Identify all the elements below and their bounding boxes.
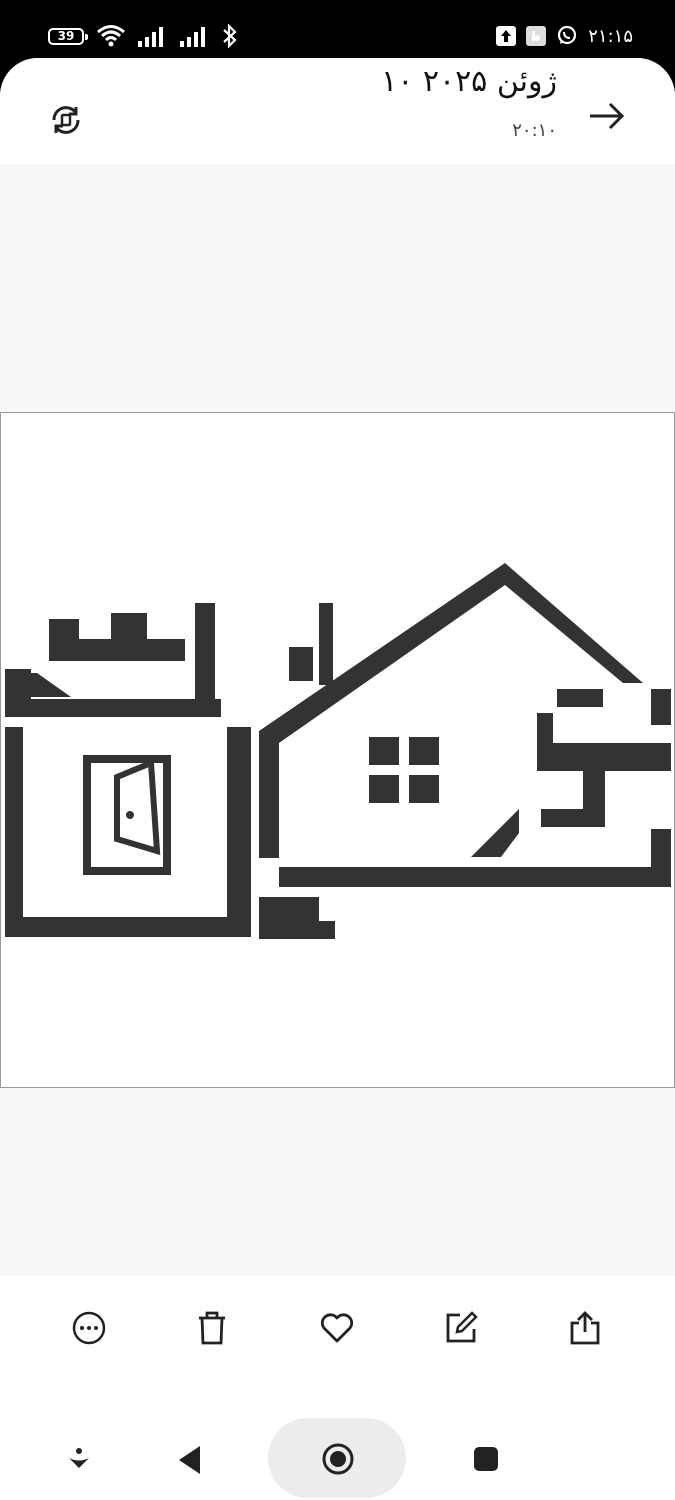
window-pane bbox=[369, 737, 399, 765]
bluetooth-icon bbox=[223, 24, 237, 48]
photo-time: ۲۰:۱۰ bbox=[512, 120, 557, 141]
heart-icon[interactable] bbox=[319, 1310, 355, 1346]
image-viewer[interactable] bbox=[0, 164, 675, 1276]
keyboard-hide-icon[interactable] bbox=[66, 1446, 92, 1474]
photo[interactable] bbox=[0, 412, 675, 1088]
whatsapp-icon bbox=[558, 25, 577, 45]
battery-level: 39 bbox=[57, 28, 75, 43]
status-left: 39 bbox=[48, 22, 238, 50]
door-knob bbox=[126, 811, 134, 819]
trash-icon[interactable] bbox=[194, 1310, 230, 1346]
photo-toolbar bbox=[0, 1276, 675, 1386]
status-time: ۲۱:۱۵ bbox=[588, 25, 633, 47]
more-icon[interactable] bbox=[71, 1310, 107, 1346]
back-triangle-icon[interactable] bbox=[176, 1444, 204, 1476]
system-navigation-bar bbox=[0, 1386, 675, 1500]
home-circle-icon bbox=[322, 1443, 354, 1475]
status-right: ۲۱:۱۵ bbox=[496, 22, 633, 50]
app-notification-icon bbox=[526, 26, 547, 46]
edit-icon[interactable] bbox=[443, 1310, 479, 1346]
home-button[interactable] bbox=[268, 1418, 406, 1498]
arrow-right-icon[interactable] bbox=[587, 98, 627, 134]
recents-square-icon[interactable] bbox=[473, 1446, 499, 1472]
signal-icon-2 bbox=[180, 27, 205, 47]
photo-viewer-sheet: ۱۰ ژوئن ۲۰۲۵ ۲۰:۱۰ bbox=[0, 58, 675, 1500]
photo-date: ۱۰ ژوئن ۲۰۲۵ bbox=[381, 64, 557, 99]
viewer-header: ۱۰ ژوئن ۲۰۲۵ ۲۰:۱۰ bbox=[0, 58, 675, 164]
logo-image bbox=[5, 563, 671, 939]
upload-notification-icon bbox=[496, 26, 517, 46]
signal-icon bbox=[138, 27, 163, 47]
share-icon[interactable] bbox=[567, 1310, 603, 1346]
window-pane bbox=[369, 775, 399, 803]
status-bar: 39 ۲۱:۱۵ bbox=[0, 0, 675, 62]
battery-icon: 39 bbox=[48, 27, 88, 45]
window-pane bbox=[409, 775, 439, 803]
door-panel bbox=[114, 758, 161, 856]
wifi-icon bbox=[97, 25, 125, 47]
window-pane bbox=[409, 737, 439, 765]
rotate-icon[interactable] bbox=[48, 102, 84, 138]
